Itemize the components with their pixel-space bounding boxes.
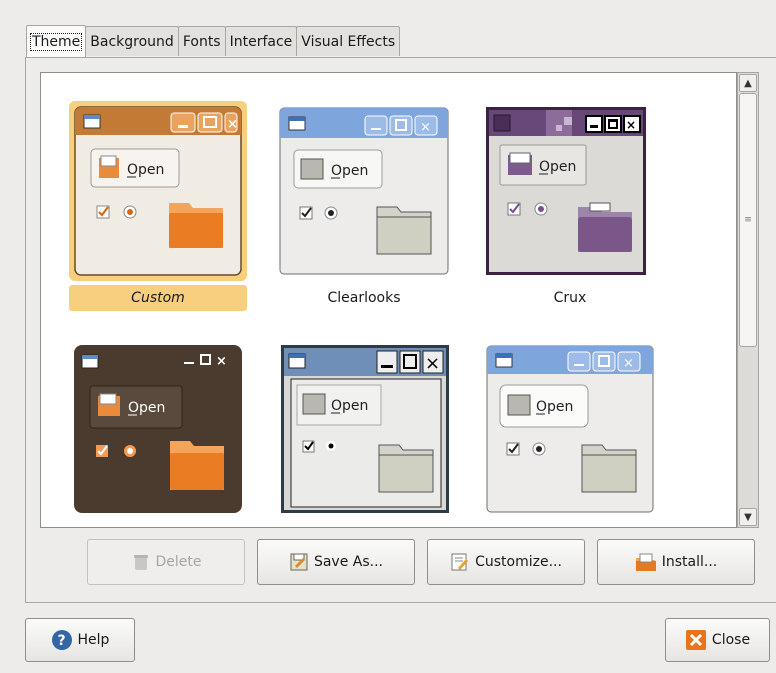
tab-visual-effects[interactable]: Visual Effects [296,26,401,56]
tab-visual-effects-label: Visual Effects [301,33,396,50]
install-icon [635,552,657,572]
svg-text:Open: Open [331,398,368,414]
scroll-down-button[interactable]: ▼ [739,508,757,526]
grip-icon: ≡ [744,215,752,225]
svg-text:Open: Open [331,163,368,179]
theme-label-4 [69,525,247,527]
tab-theme[interactable]: Theme [26,25,87,57]
chevron-up-icon: ▲ [744,77,752,89]
help-button-label: Help [77,632,110,648]
svg-text:×: × [216,354,227,369]
theme-item-6[interactable]: × Open [453,341,654,527]
chevron-down-icon: ▼ [744,511,752,523]
clearlooks-theme-preview: × Open [279,107,449,275]
tab-interface-label: Interface [229,33,293,50]
svg-text:Open: Open [536,399,573,415]
svg-text:×: × [623,356,634,371]
theme-label-clearlooks: Clearlooks [327,290,401,306]
theme-label-5 [275,525,453,527]
tab-theme-label: Theme [29,32,83,51]
theme-item-custom[interactable]: × Open Custom [41,101,247,315]
svg-text:Open: Open [539,159,576,175]
close-button-label: Close [711,632,751,648]
svg-text:×: × [227,117,238,132]
mist-theme-preview: × Open [486,345,654,513]
theme-label-crux: Crux [553,290,587,306]
custom-theme-preview: × Open [69,101,247,281]
install-button[interactable]: Install... [597,539,755,585]
save-as-button[interactable]: Save As... [257,539,415,585]
theme-label-6 [481,525,659,527]
svg-text:Open: Open [128,400,165,416]
delete-button-label: Delete [155,554,202,570]
svg-text:?: ? [57,633,65,649]
tab-fonts[interactable]: Fonts [177,26,226,56]
help-icon: ? [51,629,73,651]
svg-text:Open: Open [127,162,164,178]
theme-icon-view[interactable]: × Open Custom × Open Clearlooks × Open C… [40,72,737,528]
close-icon [685,629,707,651]
dark-theme-preview: × Open [74,345,242,513]
theme-item-5[interactable]: × Open [247,341,449,527]
tab-interface[interactable]: Interface [224,26,298,56]
crux-theme-preview: × Open [486,107,646,275]
scroll-up-button[interactable]: ▲ [739,74,757,92]
delete-button[interactable]: Delete [87,539,245,585]
theme-item-clearlooks[interactable]: × Open Clearlooks [247,101,449,315]
close-button[interactable]: Close [665,618,770,662]
tab-bar: Theme Background Fonts Interface Visual … [26,25,401,58]
theme-label-custom: Custom [69,285,247,311]
theme-item-crux[interactable]: × Open Crux [453,101,646,315]
customize-icon [450,552,470,572]
classic-theme-preview: × Open [281,345,449,513]
trash-icon [131,552,151,572]
vertical-scrollbar[interactable]: ▲ ≡ ▼ [737,72,759,528]
customize-button[interactable]: Customize... [427,539,585,585]
svg-text:×: × [425,353,440,374]
tab-background-label: Background [90,33,174,50]
theme-item-4[interactable]: × Open [41,341,242,527]
customize-button-label: Customize... [475,554,562,570]
svg-text:×: × [420,120,431,135]
tab-fonts-label: Fonts [182,33,221,50]
save-as-button-label: Save As... [313,554,384,570]
scrollbar-thumb[interactable]: ≡ [739,93,757,347]
install-button-label: Install... [661,554,718,570]
help-button[interactable]: ? Help [25,618,135,662]
save-icon [289,552,309,572]
tab-background[interactable]: Background [85,26,179,56]
svg-text:×: × [626,118,636,132]
